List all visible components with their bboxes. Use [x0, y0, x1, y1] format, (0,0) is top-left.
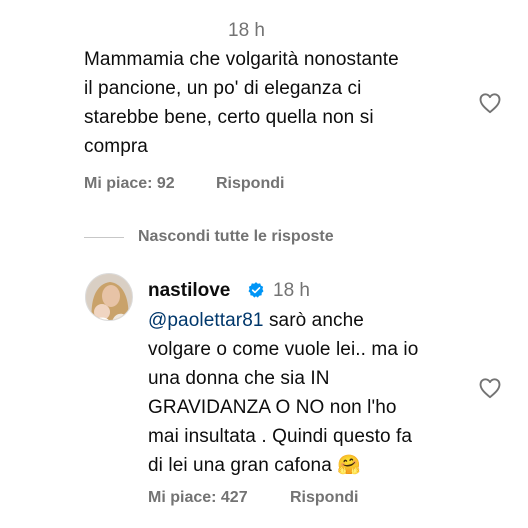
hugging-face-emoji: 🤗	[337, 455, 362, 476]
avatar-photo	[86, 274, 132, 320]
hide-replies-button[interactable]: Nascondi tutte le risposte	[138, 228, 334, 246]
replies-divider	[84, 237, 124, 238]
heart-outline-icon[interactable]	[478, 376, 502, 400]
reply-text-fragment: di lei una gran cafona	[148, 455, 332, 476]
likes-count[interactable]: Mi piace: 427	[148, 489, 248, 507]
reply-text-line: mai insultata . Quindi questo fa	[148, 426, 413, 447]
reply-text: @paolettar81 sarò anche volgare o come v…	[148, 306, 478, 480]
reply-text-line: una donna che sia IN	[148, 368, 330, 389]
heart-outline-icon[interactable]	[478, 91, 502, 115]
mention-link[interactable]: @paolettar81	[148, 310, 264, 331]
comment-timestamp: 18 h	[228, 20, 265, 41]
reply-text-line: volgare o come vuole lei.. ma io	[148, 339, 419, 360]
comment-text-line: Mammamia che volgarità nonostante	[84, 49, 399, 70]
verified-badge-icon	[248, 282, 264, 298]
reply-button[interactable]: Rispondi	[290, 489, 358, 507]
reply-text-line: @paolettar81 sarò anche	[148, 306, 478, 335]
avatar[interactable]	[85, 273, 133, 321]
comment-text-line: starebbe bene, certo quella non si	[84, 107, 374, 128]
reply-text-line: GRAVIDANZA O NO non l'ho	[148, 397, 397, 418]
comment-text: Mammamia che volgarità nonostante il pan…	[84, 45, 484, 161]
reply-text-fragment: sarò anche	[263, 310, 364, 331]
likes-count[interactable]: Mi piace: 92	[84, 175, 175, 193]
reply-button[interactable]: Rispondi	[216, 175, 284, 193]
reply-timestamp: 18 h	[273, 280, 310, 301]
username[interactable]: nastilove	[148, 280, 230, 302]
comment-text-line: compra	[84, 136, 148, 157]
reply-text-line: di lei una gran cafona 🤗	[148, 451, 478, 480]
comment-text-line: il pancione, un po' di eleganza ci	[84, 78, 362, 99]
